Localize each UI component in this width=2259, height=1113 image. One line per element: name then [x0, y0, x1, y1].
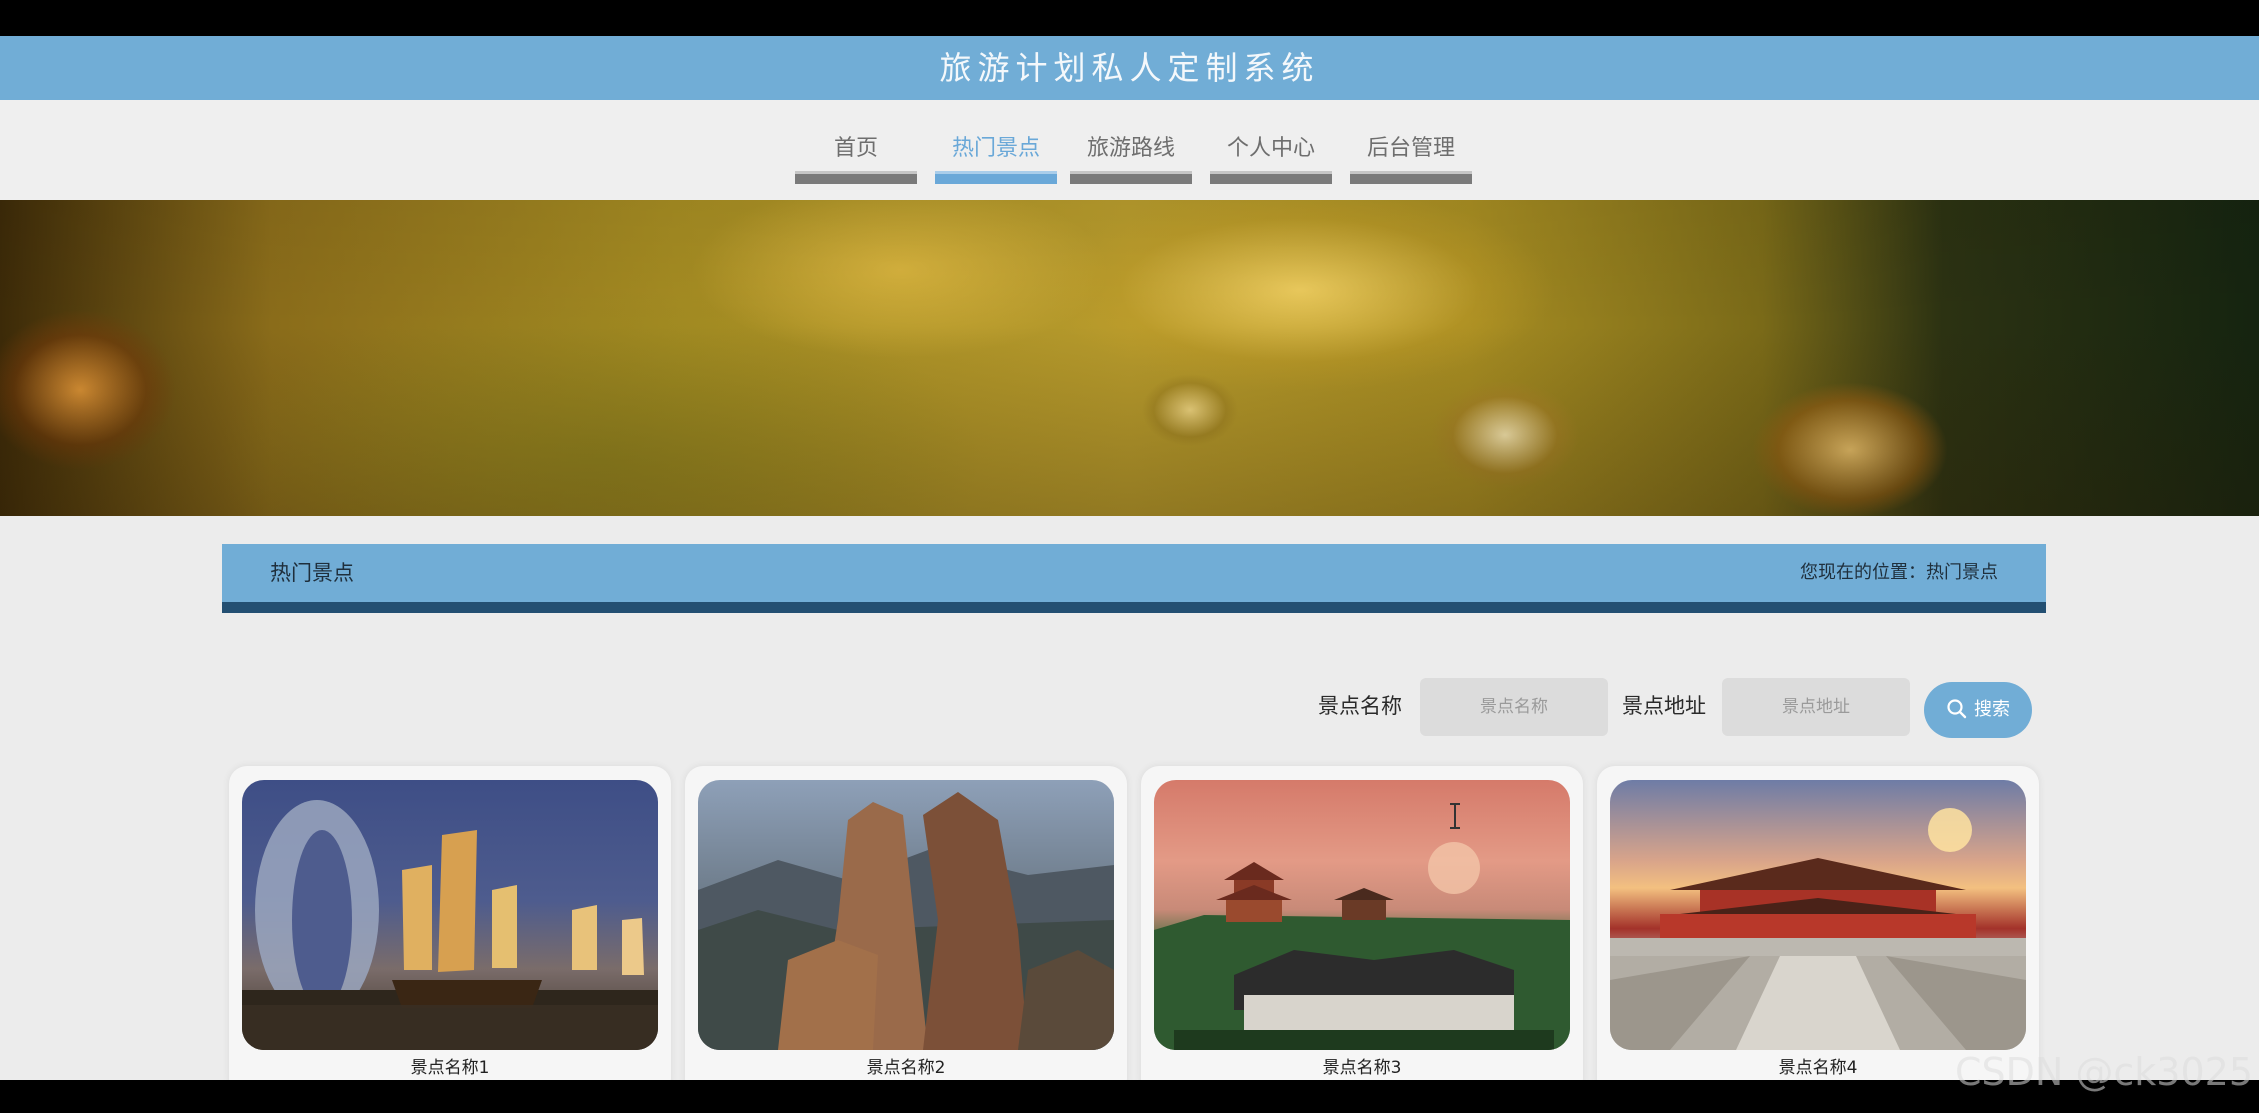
attraction-card-3[interactable]: 景点名称3 [1141, 766, 1583, 1080]
breadcrumb: 您现在的位置：热门景点 [1800, 562, 1998, 583]
title-bar: 旅游计划私人定制系统 [0, 36, 2259, 100]
section-header: 热门景点 您现在的位置：热门景点 [222, 544, 2046, 602]
address-search-label: 景点地址 [1622, 694, 1706, 718]
attraction-name[interactable]: 景点名称2 [685, 1054, 1127, 1080]
main-nav: 首页 热门景点 旅游路线 个人中心 后台管理 [0, 100, 2259, 200]
attraction-name[interactable]: 景点名称3 [1141, 1054, 1583, 1080]
nav-item-label: 热门景点 [951, 136, 1040, 161]
attraction-name[interactable]: 景点名称1 [229, 1054, 671, 1080]
nav-item-bar [795, 171, 917, 184]
nav-item-personal-center[interactable]: 个人中心 [1210, 134, 1332, 184]
nav-item-label: 旅游路线 [1086, 136, 1175, 161]
address-search-input[interactable] [1722, 678, 1910, 736]
banner-shade [0, 200, 2259, 516]
search-icon [1947, 698, 1967, 718]
search-button[interactable]: 搜索 [1924, 682, 2032, 738]
sailboats-hotel-photo [242, 800, 658, 1050]
nav-item-label: 首页 [833, 136, 878, 161]
site-title: 旅游计划私人定制系统 [939, 49, 1320, 87]
hero-banner [0, 200, 2259, 516]
screen: 旅游计划私人定制系统 首页 热门景点 旅游路线 个人中心 后台管理 热门景点 您… [0, 0, 2259, 1113]
nav-item-admin[interactable]: 后台管理 [1350, 134, 1472, 184]
pavilion-town-photo [1154, 842, 1570, 1050]
nav-item-label: 个人中心 [1226, 136, 1315, 161]
nav-item-bar [935, 171, 1057, 184]
search-button-label: 搜索 [1974, 699, 2010, 720]
attraction-card-4[interactable]: 景点名称4 [1597, 766, 2039, 1080]
attraction-card-1[interactable]: 景点名称1 [229, 766, 671, 1080]
nav-item-home[interactable]: 首页 [795, 134, 917, 184]
watermark: CSDN @ck3025 [1954, 1050, 2253, 1094]
name-search-label: 景点名称 [1318, 694, 1402, 718]
rock-peaks-photo [698, 792, 1114, 1050]
palace-gate-photo [1610, 808, 2026, 1050]
text-cursor-icon [1450, 803, 1460, 829]
nav-item-travel-routes[interactable]: 旅游路线 [1070, 134, 1192, 184]
page: 旅游计划私人定制系统 首页 热门景点 旅游路线 个人中心 后台管理 热门景点 您… [0, 36, 2259, 1080]
attraction-card-2[interactable]: 景点名称2 [685, 766, 1127, 1080]
nav-item-bar [1070, 171, 1192, 184]
nav-item-bar [1350, 171, 1472, 184]
attraction-image[interactable] [1610, 780, 2026, 1050]
attraction-image[interactable] [242, 780, 658, 1050]
name-search-input[interactable] [1420, 678, 1608, 736]
section-divider [222, 602, 2046, 613]
nav-item-bar [1210, 171, 1332, 184]
nav-item-label: 后台管理 [1366, 136, 1455, 161]
nav-item-hot-attractions[interactable]: 热门景点 [935, 134, 1057, 184]
section-title: 热门景点 [270, 561, 354, 585]
attraction-image[interactable] [1154, 780, 1570, 1050]
attraction-image[interactable] [698, 780, 1114, 1050]
